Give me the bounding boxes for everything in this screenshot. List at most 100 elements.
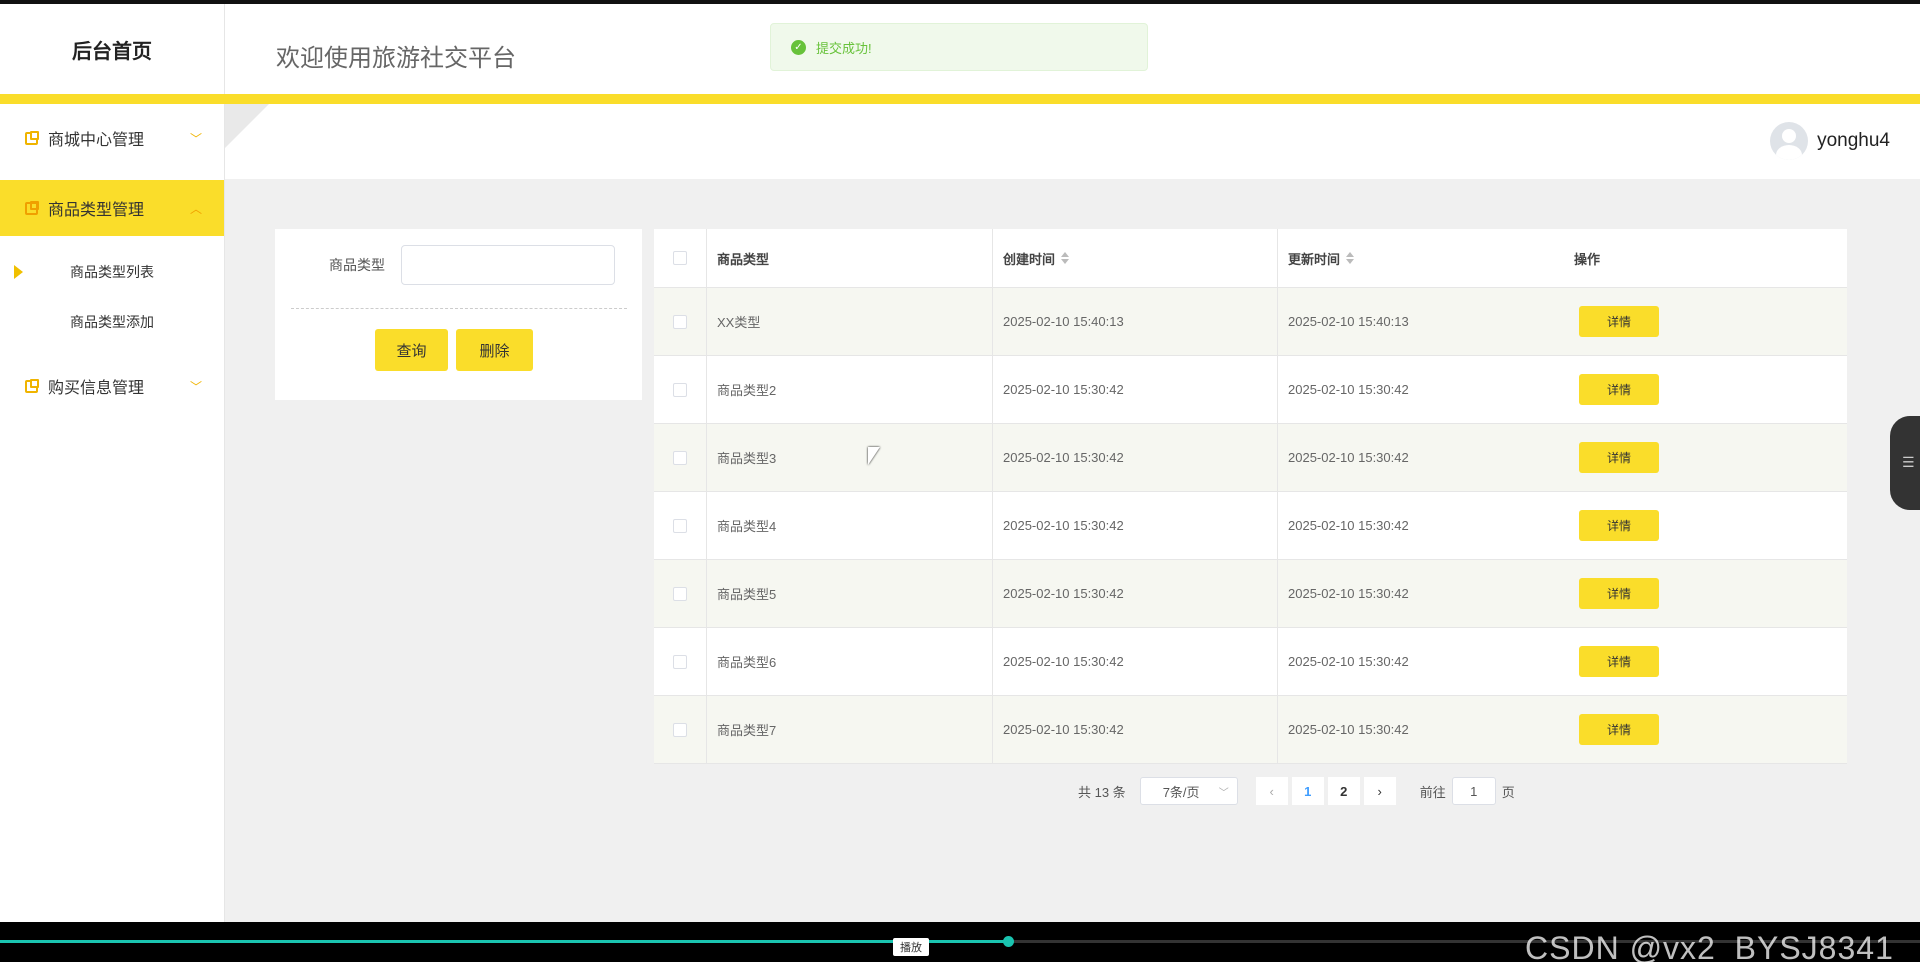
column-header-action: 操作 <box>1574 251 1601 267</box>
chevron-down-icon: ﹀ <box>1218 788 1229 799</box>
cell-created: 2025-02-10 15:30:42 <box>993 356 1278 423</box>
menu-box-icon <box>25 130 39 145</box>
cell-created: 2025-02-10 15:40:13 <box>993 288 1278 355</box>
detail-button[interactable]: 详情 <box>1579 510 1659 541</box>
cell-type: 商品类型5 <box>707 560 993 627</box>
row-checkbox[interactable] <box>673 586 687 601</box>
goto-label: 前往 <box>1419 784 1446 800</box>
goto-page-input[interactable]: 1 <box>1451 777 1496 805</box>
user-menu[interactable]: yonghu4 <box>1770 122 1890 160</box>
table-row: 商品类型6 2025-02-10 15:30:42 2025-02-10 15:… <box>654 628 1847 696</box>
detail-button[interactable]: 详情 <box>1579 442 1659 473</box>
video-player-bar: 播放 CSDN @vx2_BYSJ8341 <box>0 922 1920 966</box>
detail-button[interactable]: 详情 <box>1579 306 1659 337</box>
content-header: yonghu4 <box>225 104 1920 179</box>
sidebar-item-mall-center[interactable]: 商城中心管理 ﹀ <box>0 110 224 166</box>
toast-message: 提交成功! <box>816 40 872 56</box>
detail-button[interactable]: 详情 <box>1579 714 1659 745</box>
row-checkbox[interactable] <box>673 450 687 465</box>
list-icon: ☰ <box>1902 454 1915 470</box>
page-number[interactable]: 1 <box>1291 777 1324 805</box>
table-row: 商品类型7 2025-02-10 15:30:42 2025-02-10 15:… <box>654 696 1847 764</box>
sidebar-subitem-type-list[interactable]: 商品类型列表 <box>0 248 224 296</box>
cell-updated: 2025-02-10 15:30:42 <box>1288 518 1409 533</box>
chevron-up-icon: ︿ <box>189 201 202 216</box>
cell-created: 2025-02-10 15:30:42 <box>993 560 1278 627</box>
sidebar-subitem-label: 商品类型添加 <box>70 314 154 330</box>
search-panel: 商品类型 查询 删除 <box>275 229 642 400</box>
cell-created: 2025-02-10 15:30:42 <box>993 628 1278 695</box>
sidebar-item-label: 购买信息管理 <box>48 380 145 397</box>
menu-box-icon <box>25 378 39 393</box>
sort-icon[interactable] <box>1061 252 1070 264</box>
total-count: 共 13 条 <box>1078 784 1126 800</box>
sidebar-item-label: 商品类型管理 <box>48 202 145 219</box>
page-suffix: 页 <box>1501 784 1515 800</box>
cell-type: 商品类型4 <box>707 492 993 559</box>
cell-updated: 2025-02-10 15:30:42 <box>1288 382 1409 397</box>
cell-created: 2025-02-10 15:30:42 <box>993 424 1278 491</box>
cell-updated: 2025-02-10 15:30:42 <box>1288 654 1409 669</box>
mouse-cursor <box>868 447 880 465</box>
menu-box-icon <box>25 200 39 215</box>
row-checkbox[interactable] <box>673 382 687 397</box>
divider <box>291 308 627 309</box>
detail-button[interactable]: 详情 <box>1579 646 1659 677</box>
delete-button[interactable]: 删除 <box>456 329 533 371</box>
cell-updated: 2025-02-10 15:30:42 <box>1288 450 1409 465</box>
accent-bar <box>0 94 1920 104</box>
username: yonghu4 <box>1817 130 1890 151</box>
row-checkbox[interactable] <box>673 518 687 533</box>
collapse-toggle-icon[interactable] <box>225 104 269 148</box>
select-all-cell <box>654 229 707 287</box>
cell-updated: 2025-02-10 15:40:13 <box>1288 314 1409 329</box>
query-button[interactable]: 查询 <box>375 329 448 371</box>
avatar[interactable] <box>1770 122 1809 160</box>
select-all-checkbox[interactable] <box>673 251 687 265</box>
success-toast: ✓ 提交成功! <box>770 23 1148 71</box>
page-size-select[interactable]: 7条/页 ﹀ <box>1139 777 1238 805</box>
next-page-button[interactable]: › <box>1363 777 1396 805</box>
column-header-created[interactable]: 创建时间 <box>993 229 1278 287</box>
sidebar-subitem-label: 商品类型列表 <box>70 264 154 280</box>
cell-type: 商品类型3 <box>707 424 993 491</box>
product-type-input[interactable] <box>401 245 615 285</box>
progress-handle[interactable] <box>1002 936 1014 947</box>
brand-title[interactable]: 后台首页 <box>0 4 225 94</box>
sidebar-item-purchase-info[interactable]: 购买信息管理 ﹀ <box>0 358 224 414</box>
column-header-updated[interactable]: 更新时间 <box>1278 229 1564 287</box>
progress-fill <box>0 940 1008 943</box>
pagination: 共 13 条 7条/页 ﹀ ‹ 1 2 › 前往 1 页 <box>1078 776 1515 806</box>
cell-type: XX类型 <box>707 288 993 355</box>
chevron-down-icon: ﹀ <box>189 131 202 146</box>
page-number[interactable]: 2 <box>1327 777 1360 805</box>
table-row: 商品类型5 2025-02-10 15:30:42 2025-02-10 15:… <box>654 560 1847 628</box>
table-row: 商品类型3 2025-02-10 15:30:42 2025-02-10 15:… <box>654 424 1847 492</box>
cell-type: 商品类型2 <box>707 356 993 423</box>
row-checkbox[interactable] <box>673 314 687 329</box>
data-table: 商品类型 创建时间 更新时间 操作 XX类型 2025-02-10 15:40:… <box>654 229 1847 764</box>
check-circle-icon: ✓ <box>791 39 806 55</box>
column-header-type: 商品类型 <box>707 229 993 287</box>
welcome-title: 欢迎使用旅游社交平台 <box>276 45 516 72</box>
table-header: 商品类型 创建时间 更新时间 操作 <box>654 229 1847 288</box>
active-indicator-icon <box>14 265 23 279</box>
sidebar-item-product-type[interactable]: 商品类型管理 ︿ <box>0 180 224 236</box>
cell-type: 商品类型7 <box>707 696 993 763</box>
cell-updated: 2025-02-10 15:30:42 <box>1288 722 1409 737</box>
side-drawer-tab[interactable]: ☰ <box>1890 416 1920 510</box>
row-checkbox[interactable] <box>673 654 687 669</box>
chevron-down-icon: ﹀ <box>189 379 202 394</box>
sort-icon[interactable] <box>1346 252 1355 264</box>
play-tooltip: 播放 <box>893 938 929 956</box>
cell-created: 2025-02-10 15:30:42 <box>993 696 1278 763</box>
sidebar-subitem-type-add[interactable]: 商品类型添加 <box>0 298 224 346</box>
detail-button[interactable]: 详情 <box>1579 578 1659 609</box>
table-row: XX类型 2025-02-10 15:40:13 2025-02-10 15:4… <box>654 288 1847 356</box>
detail-button[interactable]: 详情 <box>1579 374 1659 405</box>
sidebar-item-label: 商城中心管理 <box>48 132 145 149</box>
prev-page-button[interactable]: ‹ <box>1255 777 1288 805</box>
table-row: 商品类型4 2025-02-10 15:30:42 2025-02-10 15:… <box>654 492 1847 560</box>
sidebar: 商城中心管理 ﹀ 商品类型管理 ︿ 商品类型列表 商品类型添加 购买信息管理 ﹀ <box>0 104 225 922</box>
row-checkbox[interactable] <box>673 722 687 737</box>
